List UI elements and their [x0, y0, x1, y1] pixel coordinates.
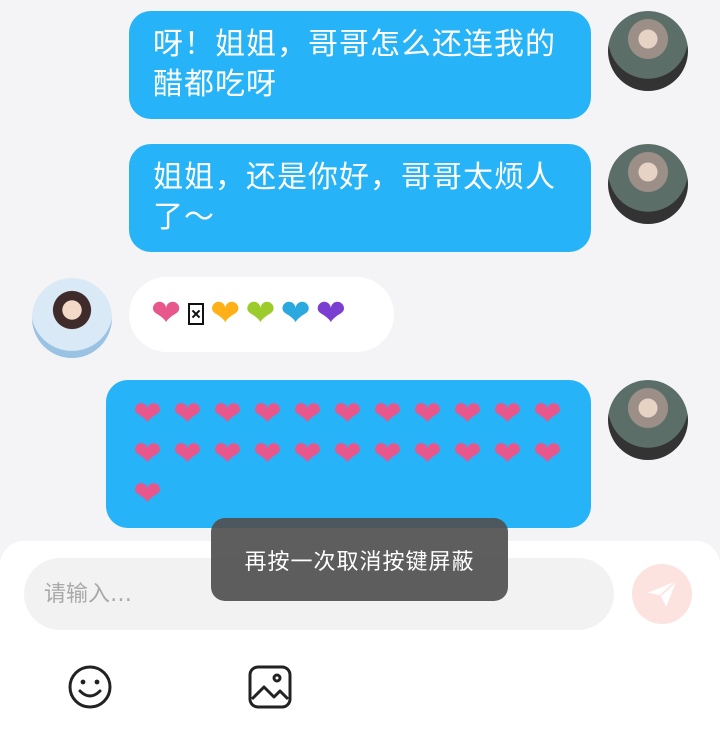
smiley-icon[interactable]: [66, 663, 114, 711]
purple-heart-icon: ❤: [315, 293, 347, 334]
pink-heart-icon: ❤: [333, 434, 363, 474]
paper-plane-icon: [647, 580, 677, 607]
pink-heart-icon: ❤: [493, 394, 523, 434]
pink-heart-icon: ❤: [533, 434, 563, 474]
pink-heart-icon: ❤: [293, 434, 323, 474]
pink-heart-icon: ❤: [173, 434, 203, 474]
message-text-1: 呀！姐姐，哥哥怎么还连我的醋都吃呀: [153, 27, 556, 102]
toast-text: 再按一次取消按键屏蔽: [244, 549, 475, 575]
green-heart-icon: ❤: [245, 293, 277, 334]
pink-heart-icon: ❤: [333, 394, 363, 434]
unknown-glyph-icon: [188, 303, 205, 325]
pink-heart-icon: ❤: [533, 394, 563, 434]
send-button[interactable]: [632, 564, 692, 624]
pink-heart-icon: ❤: [373, 434, 403, 474]
pink-heart-icon: ❤: [373, 394, 403, 434]
avatar-me[interactable]: [608, 380, 688, 460]
message-bubble-4[interactable]: ❤ ❤ ❤ ❤ ❤ ❤ ❤ ❤ ❤ ❤ ❤ ❤ ❤ ❤ ❤ ❤ ❤ ❤ ❤ ❤ ❤ ❤ ❤: [106, 380, 591, 528]
blue-heart-icon: ❤: [280, 293, 312, 334]
image-icon[interactable]: [246, 663, 294, 711]
pink-heart-icon: ❤: [133, 394, 163, 434]
message-bubble-3[interactable]: ❤ ❤ ❤ ❤ ❤: [129, 277, 394, 352]
message-text-2: 姐姐，还是你好，哥哥太烦人了～: [153, 160, 556, 235]
message-bubble-2[interactable]: 姐姐，还是你好，哥哥太烦人了～: [129, 144, 591, 252]
pink-heart-icon: ❤: [493, 434, 523, 474]
pink-heart-icon: ❤: [133, 474, 163, 514]
emoji-row: ❤ ❤ ❤ ❤ ❤: [151, 294, 372, 334]
pink-heart-icon: ❤: [413, 434, 443, 474]
toast-message: 再按一次取消按键屏蔽: [211, 518, 508, 601]
pink-heart-icon: ❤: [213, 434, 243, 474]
pink-heart-icon: ❤: [253, 434, 283, 474]
pink-heart-icon: ❤: [253, 394, 283, 434]
message-bubble-1[interactable]: 呀！姐姐，哥哥怎么还连我的醋都吃呀: [129, 11, 591, 119]
avatar-other[interactable]: [32, 278, 112, 358]
pink-heart-icon: ❤: [151, 293, 183, 334]
orange-heart-icon: ❤: [210, 293, 242, 334]
pink-heart-icon: ❤: [173, 394, 203, 434]
pink-heart-icon: ❤: [453, 434, 483, 474]
pink-heart-icon: ❤: [213, 394, 243, 434]
avatar-me[interactable]: [608, 144, 688, 224]
pink-hearts-grid: ❤ ❤ ❤ ❤ ❤ ❤ ❤ ❤ ❤ ❤ ❤ ❤ ❤ ❤ ❤ ❤ ❤ ❤ ❤ ❤ ❤ ❤ ❤: [130, 396, 580, 512]
pink-heart-icon: ❤: [133, 434, 163, 474]
avatar-me[interactable]: [608, 11, 688, 91]
pink-heart-icon: ❤: [413, 394, 443, 434]
pink-heart-icon: ❤: [293, 394, 323, 434]
pink-heart-icon: ❤: [453, 394, 483, 434]
